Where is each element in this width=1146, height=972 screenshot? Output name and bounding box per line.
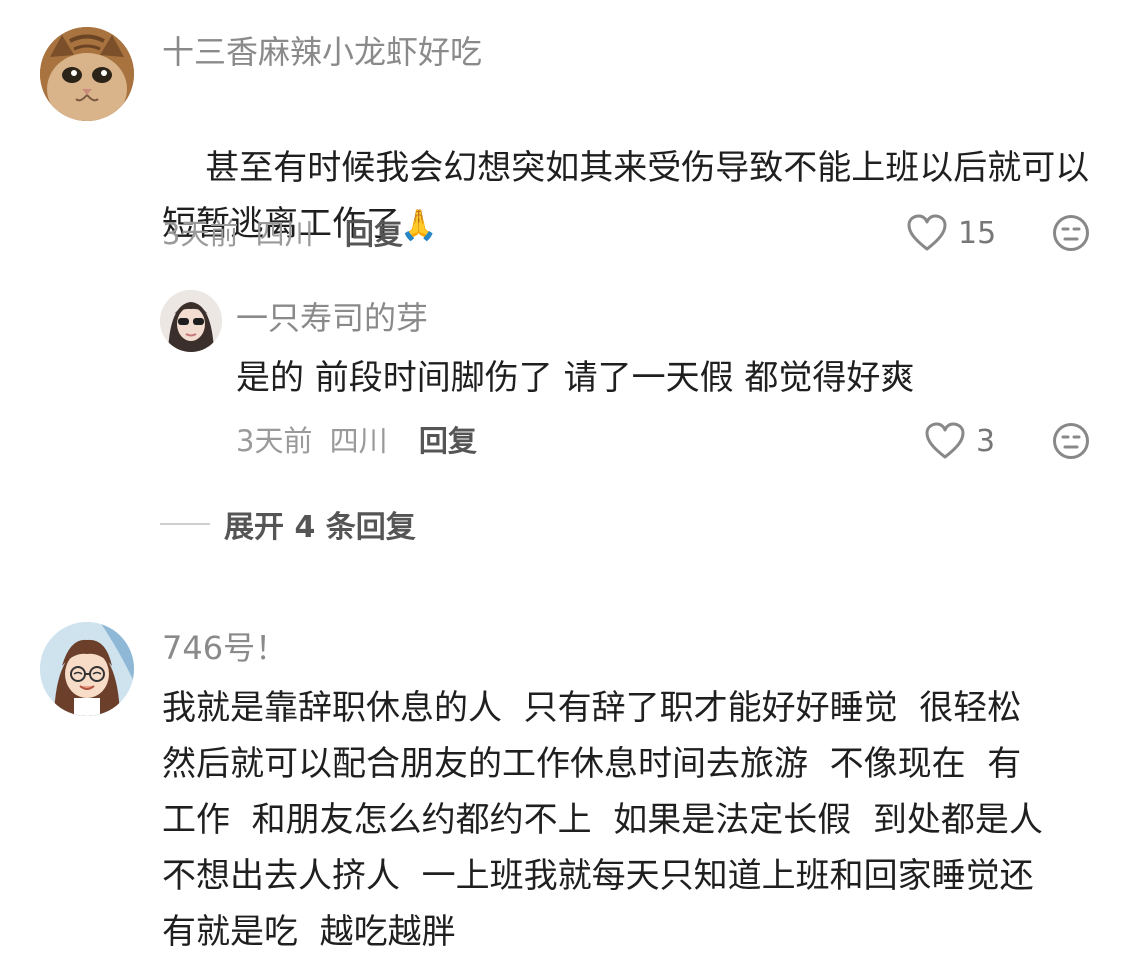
neutral-face-icon: [1053, 215, 1089, 251]
dislike-button[interactable]: [1052, 422, 1090, 464]
comment-time: 3天前: [162, 217, 239, 251]
like-count: 15: [958, 215, 997, 251]
reply-time: 3天前: [236, 424, 313, 458]
comment-content: 我就是靠辞职休息的人 只有辞了职才能好好睡觉 很轻松 然后就可以配合朋友的工作休…: [162, 688, 1043, 952]
comment-item: 十三香麻辣小龙虾好吃 甚至有时候我会幻想突如其来受伤导致不能上班以后就可以 短暂…: [0, 0, 1146, 560]
like-button[interactable]: 15: [906, 213, 996, 253]
reply-username[interactable]: 一只寿司的芽: [236, 298, 428, 338]
reply-button[interactable]: 回复: [345, 217, 403, 251]
expand-replies-label: 展开 4 条回复: [224, 510, 416, 545]
reply-content: 是的 前段时间脚伤了 请了一天假 都觉得好爽: [236, 358, 915, 398]
anime-avatar-icon: [40, 622, 134, 716]
girl-avatar-icon: [160, 290, 222, 352]
comment-username[interactable]: 746号！: [162, 628, 287, 668]
comment-item: 746号！ 我就是靠辞职休息的人 只有辞了职才能好好睡觉 很轻松 然后就可以配合…: [0, 560, 1146, 972]
reply-meta: 3天前 四川 回复: [236, 421, 477, 461]
dislike-button[interactable]: [1052, 214, 1090, 256]
like-count: 3: [976, 423, 996, 459]
neutral-face-icon: [1053, 423, 1089, 459]
divider-line: [160, 523, 210, 525]
avatar[interactable]: [160, 290, 222, 352]
comment-username[interactable]: 十三香麻辣小龙虾好吃: [162, 32, 482, 72]
reply-location: 四川: [329, 424, 388, 458]
comment-location: 四川: [255, 217, 314, 251]
heart-outline-icon: [907, 214, 947, 251]
comment-content: 甚至有时候我会幻想突如其来受伤导致不能上班以后就可以 短暂逃离工作了🙏: [162, 84, 1122, 310]
comment-meta: 3天前 四川 回复: [162, 214, 403, 254]
heart-outline-icon: [925, 422, 965, 459]
expand-replies-button[interactable]: 展开 4 条回复: [160, 502, 416, 546]
avatar[interactable]: [40, 27, 134, 121]
avatar[interactable]: [40, 622, 134, 716]
cat-avatar-icon: [40, 27, 134, 121]
pray-emoji-icon: 🙏: [400, 208, 438, 243]
like-button[interactable]: 3: [924, 421, 995, 461]
reply-button[interactable]: 回复: [419, 424, 477, 458]
